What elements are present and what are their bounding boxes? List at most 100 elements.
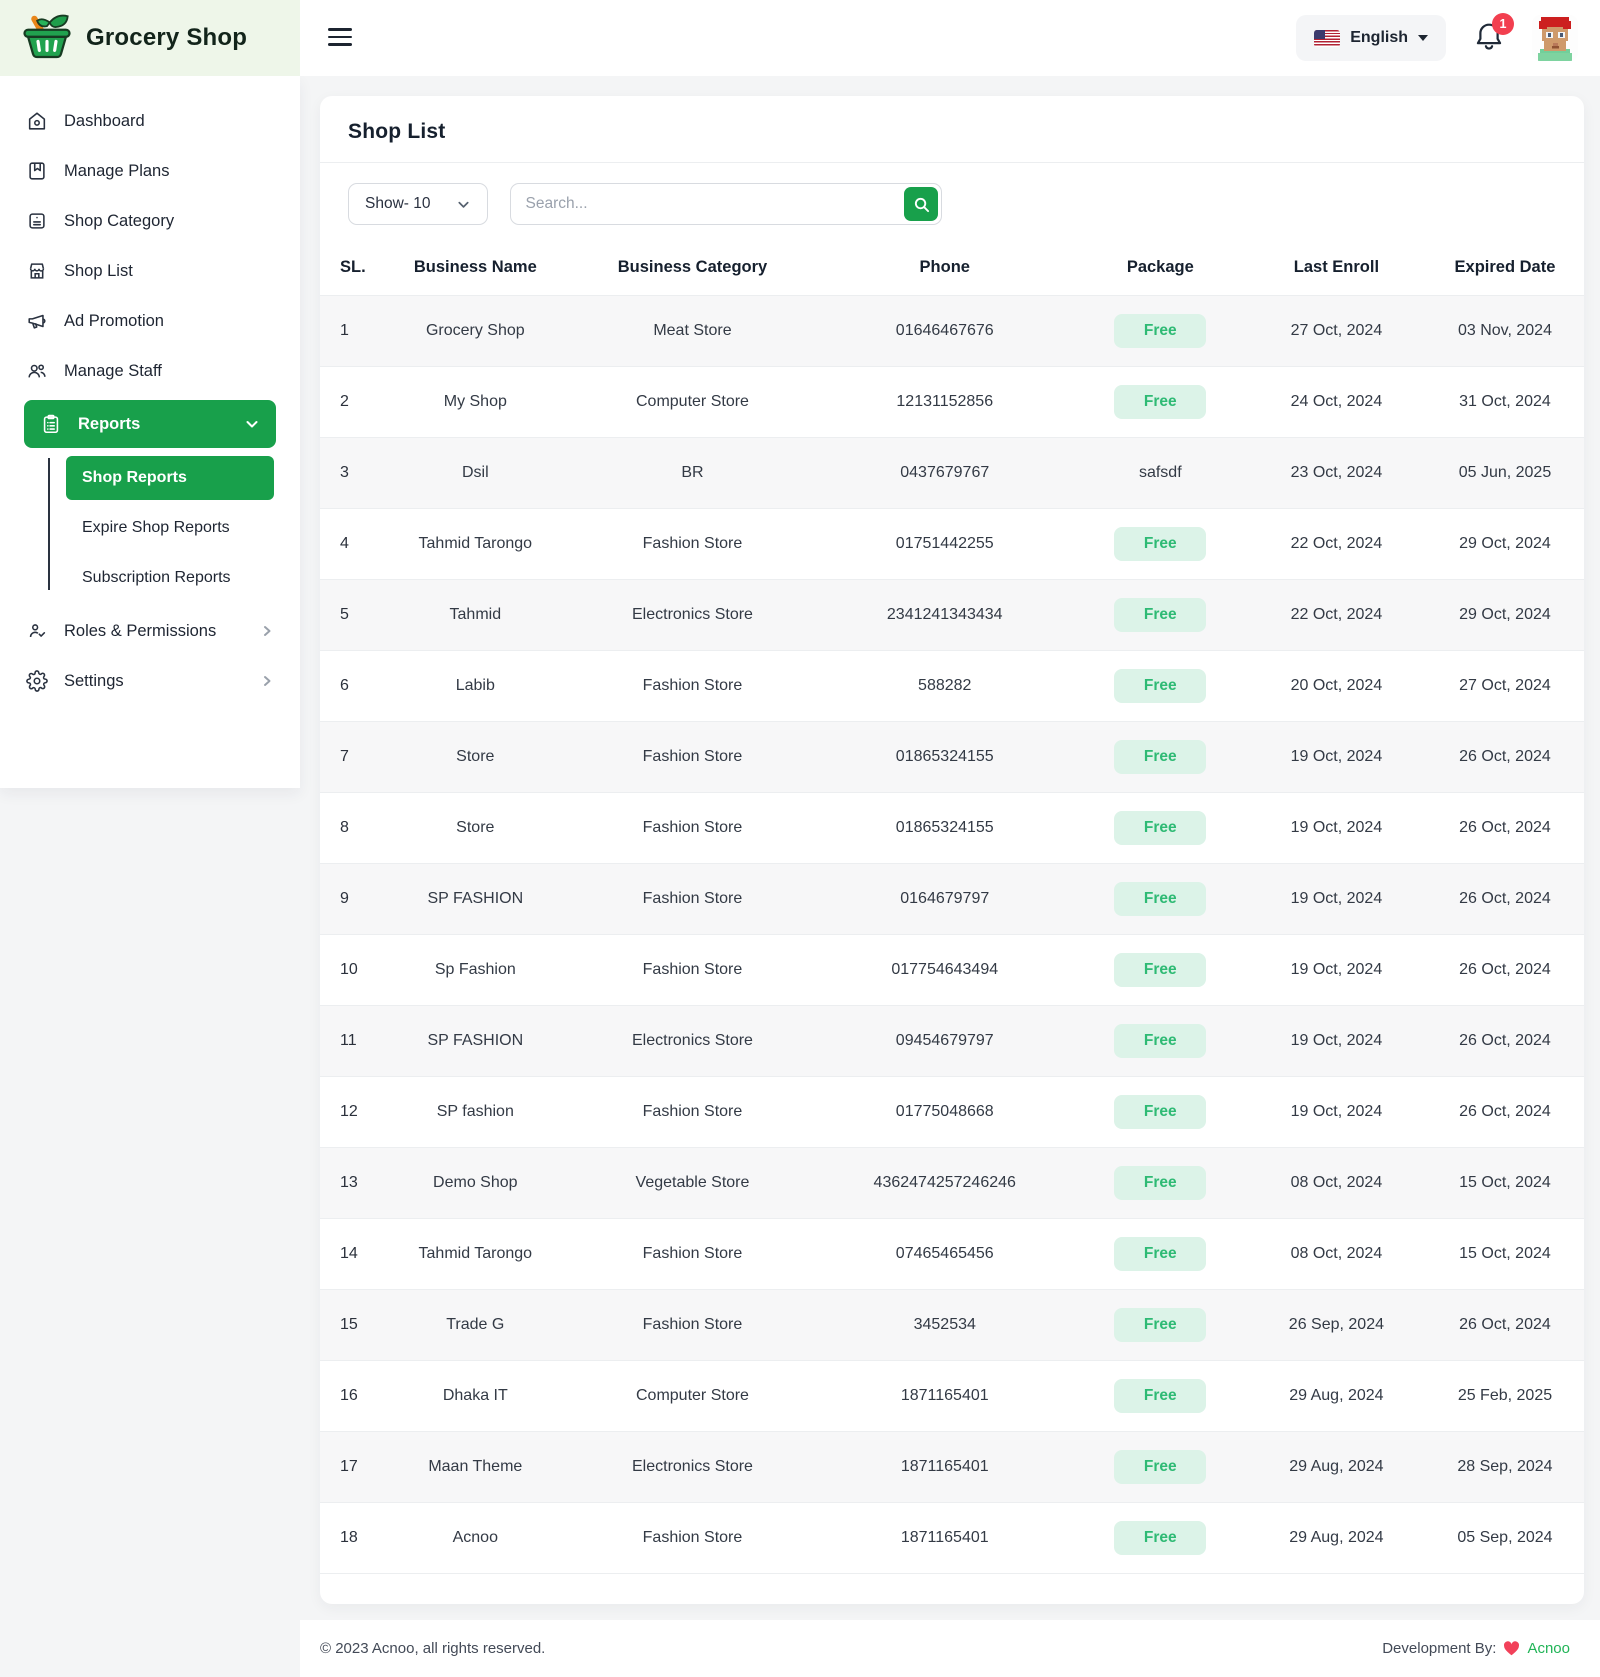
table-row: 6 Labib Fashion Store 588282 Free 20 Oct, 202… (320, 650, 1584, 722)
cell-last-enroll: 22 Oct, 2024 (1246, 508, 1426, 580)
sidebar-item-shop-list[interactable]: Shop List (0, 246, 300, 296)
cell-last-enroll: 29 Aug, 2024 (1246, 1360, 1426, 1432)
column-header-phone: Phone (815, 241, 1074, 296)
submenu-item-expire-shop-reports[interactable]: Expire Shop Reports (66, 506, 274, 550)
cell-phone: 4362474257246246 (815, 1147, 1074, 1219)
report-icon (43, 414, 59, 434)
cell-business-name: Sp Fashion (381, 934, 570, 1006)
cell-sl: 10 (320, 934, 382, 1006)
package-badge: Free (1114, 1165, 1207, 1200)
cell-expired-date: 05 Jun, 2025 (1425, 437, 1584, 509)
table-row: 11 SP FASHION Electronics Store 09454679797… (320, 1005, 1584, 1077)
cell-expired-date: 29 Oct, 2024 (1425, 508, 1584, 580)
sidebar-item-manage-staff[interactable]: Manage Staff (0, 346, 300, 396)
user-avatar[interactable] (1532, 15, 1578, 61)
search-button[interactable] (904, 187, 939, 221)
cell-expired-date: 26 Oct, 2024 (1425, 792, 1584, 864)
submenu-item-shop-reports[interactable]: Shop Reports (66, 456, 274, 500)
cell-business-category: Electronics Store (569, 1431, 816, 1503)
table-row: 8 Store Fashion Store 01865324155 Free 19 Oct… (320, 792, 1584, 864)
cell-business-name: Tahmid Tarongo (381, 508, 570, 580)
development-by-text: Development By: (1382, 1640, 1497, 1657)
shop-list-card: Shop List Show- 10 SL. Business Name Bus (320, 96, 1584, 1604)
brand-logo[interactable]: Grocery Shop (0, 0, 300, 76)
package-badge: Free (1114, 1520, 1207, 1555)
search-icon (914, 197, 930, 212)
chevron-right-icon (264, 676, 271, 686)
table-row: 13 Demo Shop Vegetable Store 43624742572462… (320, 1147, 1584, 1219)
sidebar-item-roles-permissions[interactable]: Roles & Permissions (0, 606, 300, 656)
cell-expired-date: 29 Oct, 2024 (1425, 579, 1584, 651)
table-row: 14 Tahmid Tarongo Fashion Store 07465465456… (320, 1218, 1584, 1290)
basket-logo-icon (20, 11, 74, 66)
cell-sl: 15 (320, 1289, 382, 1361)
cell-business-category: Fashion Store (569, 1502, 816, 1574)
cell-package: Free (1073, 1289, 1247, 1361)
gear-icon (26, 670, 48, 692)
page-title: Shop List (348, 120, 446, 143)
cell-expired-date: 26 Oct, 2024 (1425, 1076, 1584, 1148)
cell-business-category: BR (569, 437, 816, 509)
cell-expired-date: 05 Sep, 2024 (1425, 1502, 1584, 1574)
sidebar-item-ad-promotion[interactable]: Ad Promotion (0, 296, 300, 346)
cell-phone: 01775048668 (815, 1076, 1074, 1148)
cell-business-category: Fashion Store (569, 1218, 816, 1290)
language-selector[interactable]: English (1296, 15, 1446, 61)
cell-business-name: Store (381, 721, 570, 793)
cell-business-name: SP fashion (381, 1076, 570, 1148)
cell-last-enroll: 23 Oct, 2024 (1246, 437, 1426, 509)
sidebar-item-shop-category[interactable]: Shop Category (0, 196, 300, 246)
package-badge: Free (1114, 1378, 1207, 1413)
cell-business-category: Fashion Store (569, 1076, 816, 1148)
column-header-business-category: Business Category (569, 241, 816, 296)
cell-business-category: Electronics Store (569, 579, 816, 651)
cell-expired-date: 03 Nov, 2024 (1425, 295, 1584, 367)
notifications-button[interactable]: 1 (1474, 13, 1514, 55)
developer-brand-link[interactable]: Acnoo (1527, 1640, 1570, 1657)
cell-business-category: Fashion Store (569, 792, 816, 864)
cell-business-name: Demo Shop (381, 1147, 570, 1219)
sidebar-item-dashboard[interactable]: Dashboard (0, 96, 300, 146)
cell-phone: 12131152856 (815, 366, 1074, 438)
submenu-label: Subscription Reports (82, 569, 231, 586)
package-badge: Free (1114, 1023, 1207, 1058)
cell-package: Free (1073, 1076, 1247, 1148)
submenu-item-subscription-reports[interactable]: Subscription Reports (66, 556, 274, 600)
cell-phone: 01646467676 (815, 295, 1074, 367)
sidebar-item-manage-plans[interactable]: Manage Plans (0, 146, 300, 196)
cell-phone: 1871165401 (815, 1502, 1074, 1574)
table-row: 12 SP fashion Fashion Store 01775048668 Free… (320, 1076, 1584, 1148)
cell-package: Free (1073, 934, 1247, 1006)
cell-expired-date: 31 Oct, 2024 (1425, 366, 1584, 438)
package-badge: Free (1114, 1307, 1207, 1342)
cell-package: Free (1073, 1218, 1247, 1290)
cell-package: Free (1073, 366, 1247, 438)
chevron-down-icon (1418, 35, 1428, 41)
cell-last-enroll: 19 Oct, 2024 (1246, 721, 1426, 793)
plans-icon (29, 162, 45, 180)
chevron-right-icon (264, 626, 271, 636)
search-input[interactable] (510, 183, 943, 225)
table-row: 16 Dhaka IT Computer Store 1871165401 Free 29… (320, 1360, 1584, 1432)
cell-business-category: Computer Store (569, 1360, 816, 1432)
cell-expired-date: 15 Oct, 2024 (1425, 1147, 1584, 1219)
brand-name: Grocery Shop (86, 24, 248, 51)
copyright-text: © 2023 Acnoo, all rights reserved. (320, 1640, 546, 1657)
sidebar-item-reports[interactable]: Reports (24, 400, 276, 448)
cell-business-category: Fashion Store (569, 508, 816, 580)
show-per-page-select[interactable]: Show- 10 (348, 183, 489, 225)
sidebar-item-settings[interactable]: Settings (0, 656, 300, 706)
cell-sl: 11 (320, 1005, 382, 1077)
us-flag-icon (1314, 29, 1341, 47)
sidebar-item-label: Dashboard (64, 111, 145, 130)
cell-expired-date: 27 Oct, 2024 (1425, 650, 1584, 722)
table-row: 10 Sp Fashion Fashion Store 017754643494 Fre… (320, 934, 1584, 1006)
shop-table-body: 1 Grocery Shop Meat Store 01646467676 Free 27… (320, 295, 1584, 1574)
megaphone-icon (28, 314, 46, 329)
column-header-package: Package (1073, 241, 1247, 296)
cell-package: Free (1073, 863, 1247, 935)
cell-phone: 588282 (815, 650, 1074, 722)
package-badge: Free (1114, 597, 1207, 632)
sidebar-toggle-hamburger-icon[interactable] (328, 24, 354, 50)
cell-expired-date: 26 Oct, 2024 (1425, 934, 1584, 1006)
